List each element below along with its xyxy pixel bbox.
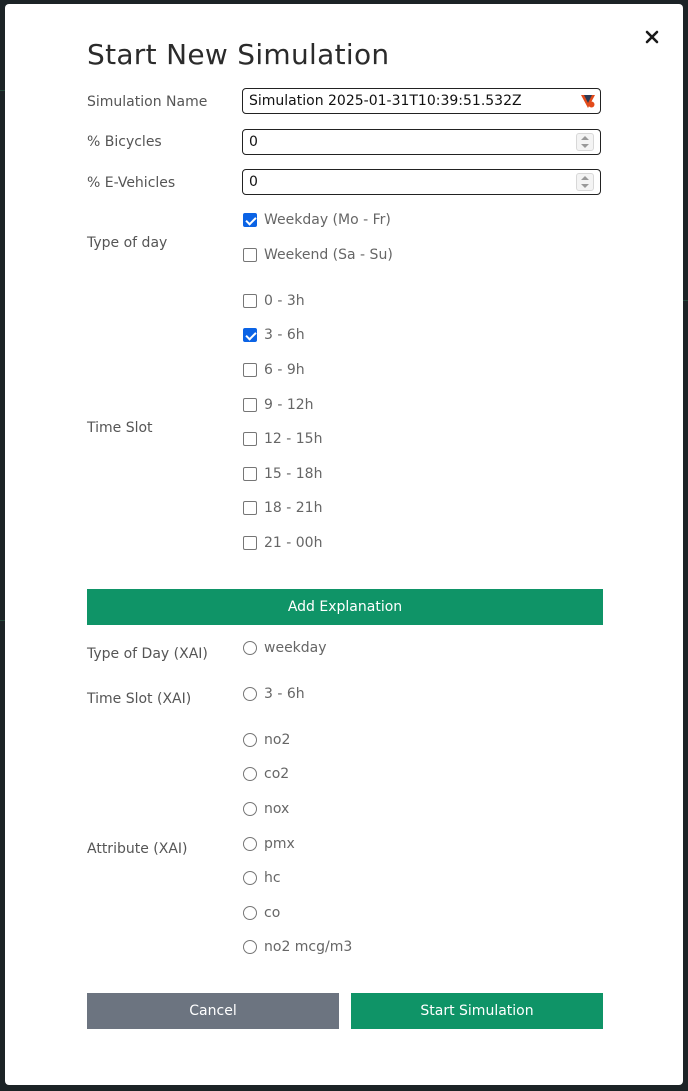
time-slot-checkbox[interactable] [243,467,257,481]
attribute-xai-radio[interactable] [243,940,257,954]
bicycles-input[interactable] [249,133,559,151]
type-of-day-xai-radio[interactable] [243,641,257,655]
time-slot-xai-option[interactable]: 3 - 6h [242,684,305,704]
cancel-button[interactable]: Cancel [87,993,339,1029]
start-simulation-button[interactable]: Start Simulation [351,993,603,1029]
attribute-xai-option[interactable]: pmx [242,834,295,854]
time-slot-option[interactable]: 3 - 6h [242,325,305,345]
time-slot-checkbox[interactable] [243,501,257,515]
time-slot-option-label: 9 - 12h [264,397,314,413]
close-button[interactable] [641,26,663,48]
time-slot-option[interactable]: 12 - 15h [242,429,322,449]
simulation-name-field[interactable] [242,88,601,114]
attribute-xai-option-label: hc [264,870,281,886]
dialog-title: Start New Simulation [87,38,390,71]
time-slot-checkbox[interactable] [243,398,257,412]
attribute-xai-option[interactable]: nox [242,799,289,819]
attribute-xai-option[interactable]: hc [242,868,281,888]
attribute-xai-radio[interactable] [243,906,257,920]
simulation-name-input[interactable] [249,92,559,110]
close-icon [645,30,659,44]
time-slot-option-label: 21 - 00h [264,535,323,551]
time-slot-option[interactable]: 6 - 9h [242,360,305,380]
type-of-day-option-weekend[interactable]: Weekend (Sa - Su) [242,245,393,265]
attribute-xai-option[interactable]: co [242,903,280,923]
time-slot-option-label: 15 - 18h [264,466,323,482]
e-vehicles-stepper[interactable] [576,173,594,191]
type-of-day-xai-label: Type of Day (XAI) [87,646,208,662]
time-slot-label: Time Slot [87,420,153,436]
time-slot-xai-radio[interactable] [243,687,257,701]
time-slot-xai-label: Time Slot (XAI) [87,691,192,707]
attribute-xai-radio[interactable] [243,837,257,851]
weekday-label: Weekday (Mo - Fr) [264,212,391,228]
time-slot-option-label: 0 - 3h [264,293,305,309]
e-vehicles-field[interactable] [242,169,601,195]
time-slot-option[interactable]: 0 - 3h [242,291,305,311]
attribute-xai-radio[interactable] [243,871,257,885]
weekend-label: Weekend (Sa - Su) [264,247,393,263]
time-slot-option-label: 6 - 9h [264,362,305,378]
start-simulation-dialog: Start New Simulation Simulation Name % B… [5,4,683,1085]
time-slot-option[interactable]: 15 - 18h [242,464,322,484]
simulation-name-label: Simulation Name [87,94,208,110]
time-slot-checkbox[interactable] [243,363,257,377]
time-slot-checkbox[interactable] [243,432,257,446]
attribute-xai-radio[interactable] [243,802,257,816]
bicycles-label: % Bicycles [87,134,162,150]
attribute-xai-option-label: no2 mcg/m3 [264,939,353,955]
attribute-xai-radio[interactable] [243,767,257,781]
time-slot-option[interactable]: 18 - 21h [242,498,322,518]
attribute-xai-option-label: nox [264,801,290,817]
type-of-day-xai-option-label: weekday [264,640,327,656]
type-of-day-label: Type of day [87,235,168,251]
weekday-checkbox[interactable] [243,213,257,227]
time-slot-option[interactable]: 9 - 12h [242,395,314,415]
type-of-day-xai-option[interactable]: weekday [242,638,327,658]
attribute-xai-option[interactable]: no2 [242,730,290,750]
time-slot-option-label: 12 - 15h [264,431,323,447]
time-slot-checkbox[interactable] [243,294,257,308]
autofill-icon[interactable] [580,93,596,109]
attribute-xai-option-label: co [264,905,281,921]
time-slot-checkbox[interactable] [243,536,257,550]
bicycles-stepper[interactable] [576,133,594,151]
attribute-xai-label: Attribute (XAI) [87,841,188,857]
time-slot-option-label: 3 - 6h [264,327,305,343]
attribute-xai-option-label: no2 [264,732,291,748]
time-slot-option[interactable]: 21 - 00h [242,533,322,553]
attribute-xai-option-label: pmx [264,836,295,852]
weekend-checkbox[interactable] [243,248,257,262]
e-vehicles-label: % E-Vehicles [87,175,176,191]
bicycles-field[interactable] [242,129,601,155]
time-slot-checkbox[interactable] [243,328,257,342]
time-slot-option-label: 18 - 21h [264,500,323,516]
time-slot-xai-option-label: 3 - 6h [264,686,305,702]
e-vehicles-input[interactable] [249,173,559,191]
attribute-xai-radio[interactable] [243,733,257,747]
add-explanation-button[interactable]: Add Explanation [87,589,603,625]
attribute-xai-option[interactable]: no2 mcg/m3 [242,937,352,957]
attribute-xai-option-label: co2 [264,766,290,782]
type-of-day-option-weekday[interactable]: Weekday (Mo - Fr) [242,210,391,230]
attribute-xai-option[interactable]: co2 [242,764,289,784]
